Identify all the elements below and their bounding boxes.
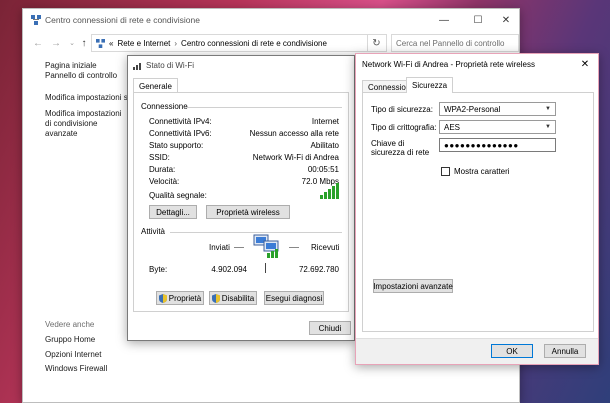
uac-shield-icon — [211, 293, 220, 303]
general-tab-panel: Connessione Connettività IPv4: Internet … — [133, 92, 349, 312]
duration-value: 00:05:51 — [307, 165, 339, 174]
network-key-input[interactable]: ●●●●●●●●●●●●●● — [439, 138, 556, 152]
tab-generale[interactable]: Generale — [133, 78, 178, 93]
sent-line — [234, 247, 244, 248]
breadcrumb-separator: › — [174, 38, 178, 48]
encryption-type-value: AES — [444, 122, 461, 132]
dialog-title: Stato di Wi-Fi — [146, 61, 195, 70]
minimize-button[interactable]: — — [433, 12, 455, 28]
signal-quality-label: Qualità segnale: — [149, 191, 207, 200]
chevron-down-icon: ▼ — [545, 124, 551, 130]
details-button[interactable]: Dettagli... — [149, 205, 197, 219]
sent-label: Inviati — [209, 243, 230, 252]
signal-bars-icon — [320, 183, 339, 199]
search-placeholder: Cerca nel Pannello di controllo — [396, 38, 505, 48]
ipv4-label: Connettività IPv4: — [149, 117, 212, 126]
refresh-icon[interactable]: ↻ — [367, 34, 385, 52]
ok-button[interactable]: OK — [491, 344, 533, 358]
security-type-label: Tipo di sicurezza: — [371, 105, 433, 114]
properties-button-label: Proprietà — [168, 293, 202, 303]
network-key-label: Chiave di sicurezza di rete — [371, 139, 430, 157]
search-input[interactable]: Cerca nel Pannello di controllo — [391, 34, 519, 52]
properties-button[interactable]: Proprietà — [156, 291, 204, 305]
wifi-status-dialog: Stato di Wi-Fi Generale Connessione Conn… — [127, 55, 355, 341]
see-also-homegroup[interactable]: Gruppo Home — [45, 335, 95, 345]
sidebar-link-home[interactable]: Pagina iniziale Pannello di controllo — [45, 61, 125, 81]
encryption-type-select[interactable]: AES ▼ — [439, 120, 556, 134]
maximize-button[interactable]: ☐ — [467, 12, 489, 28]
network-center-icon — [31, 15, 41, 25]
encryption-type-label: Tipo di crittografia: — [371, 123, 437, 132]
sidebar-link-adapter-settings[interactable]: Modifica impostazioni scheda — [45, 93, 127, 103]
ssid-value: Network Wi-Fi di Andrea — [252, 153, 339, 162]
forward-arrow-icon[interactable]: → — [49, 36, 63, 50]
received-line — [289, 247, 299, 248]
received-label: Ricevuti — [311, 243, 340, 252]
media-state-label: Stato supporto: — [149, 141, 204, 150]
disable-button-label: Disabilita — [221, 293, 255, 303]
disable-button[interactable]: Disabilita — [209, 291, 257, 305]
advanced-settings-button[interactable]: Impostazioni avanzate — [373, 279, 453, 293]
chevron-down-icon: ▼ — [545, 106, 551, 112]
security-type-value: WPA2-Personal — [444, 104, 501, 114]
show-characters-label: Mostra caratteri — [454, 167, 510, 176]
activity-divider — [265, 263, 266, 273]
window-title: Centro connessioni di rete e condivision… — [45, 15, 200, 25]
diagnose-button[interactable]: Esegui diagnosi — [264, 291, 324, 305]
ipv6-value: Nessun accesso alla rete — [249, 129, 339, 138]
connection-heading: Connessione — [141, 102, 188, 111]
back-arrow-icon[interactable]: ← — [31, 36, 45, 50]
address-bar[interactable]: « Rete e Internet › Centro connessioni d… — [91, 34, 387, 52]
bytes-received-value: 72.692.780 — [298, 265, 339, 274]
see-also-windows-firewall[interactable]: Windows Firewall — [45, 364, 107, 374]
activity-heading: Attività — [141, 227, 166, 236]
close-dialog-button[interactable]: Chiudi — [309, 321, 351, 335]
title-bar[interactable]: Centro connessioni di rete e condivision… — [23, 9, 519, 31]
tab-sicurezza[interactable]: Sicurezza — [406, 77, 454, 93]
see-also-heading: Vedere anche — [45, 320, 95, 329]
bytes-label: Byte: — [149, 265, 168, 274]
ipv6-label: Connettività IPv6: — [149, 129, 212, 138]
wifi-signal-icon — [133, 63, 141, 70]
wireless-properties-button[interactable]: Proprietà wireless — [206, 205, 290, 219]
dialog-title: Network Wi-Fi di Andrea - Proprietà rete… — [362, 60, 535, 69]
dialog-footer: OK Annulla — [356, 338, 598, 364]
security-type-select[interactable]: WPA2-Personal ▼ — [439, 102, 556, 116]
breadcrumb-overflow[interactable]: « — [109, 39, 113, 48]
bytes-sent-value: 4.902.094 — [211, 265, 247, 274]
speed-label: Velocità: — [149, 177, 180, 186]
media-state-value: Abilitato — [310, 141, 339, 150]
close-button[interactable]: ✕ — [495, 12, 517, 28]
uac-shield-icon — [158, 293, 167, 303]
breadcrumb-item-rete-internet[interactable]: Rete e Internet — [117, 39, 170, 48]
group-divider — [186, 107, 342, 108]
cancel-button[interactable]: Annulla — [544, 344, 586, 358]
network-computers-icon — [253, 234, 279, 258]
security-tab-panel: Tipo di sicurezza: WPA2-Personal ▼ Tipo … — [362, 92, 594, 332]
address-row: ← → ⌄ ↑ « Rete e Internet › Centro conne… — [23, 33, 519, 55]
ipv4-value: Internet — [311, 117, 339, 126]
duration-label: Durata: — [149, 165, 176, 174]
wireless-properties-dialog: Network Wi-Fi di Andrea - Proprietà rete… — [355, 53, 599, 365]
close-icon[interactable]: ✕ — [576, 56, 594, 72]
ssid-label: SSID: — [149, 153, 170, 162]
sidebar-link-advanced-sharing[interactable]: Modifica impostazioni di condivisione av… — [45, 109, 127, 139]
up-arrow-icon[interactable]: ↑ — [77, 36, 91, 50]
breadcrumb-item-centro-connessioni[interactable]: Centro connessioni di rete e condivision… — [181, 39, 327, 48]
show-characters-checkbox[interactable] — [441, 167, 450, 176]
see-also-internet-options[interactable]: Opzioni Internet — [45, 350, 101, 360]
network-center-icon — [96, 38, 105, 48]
